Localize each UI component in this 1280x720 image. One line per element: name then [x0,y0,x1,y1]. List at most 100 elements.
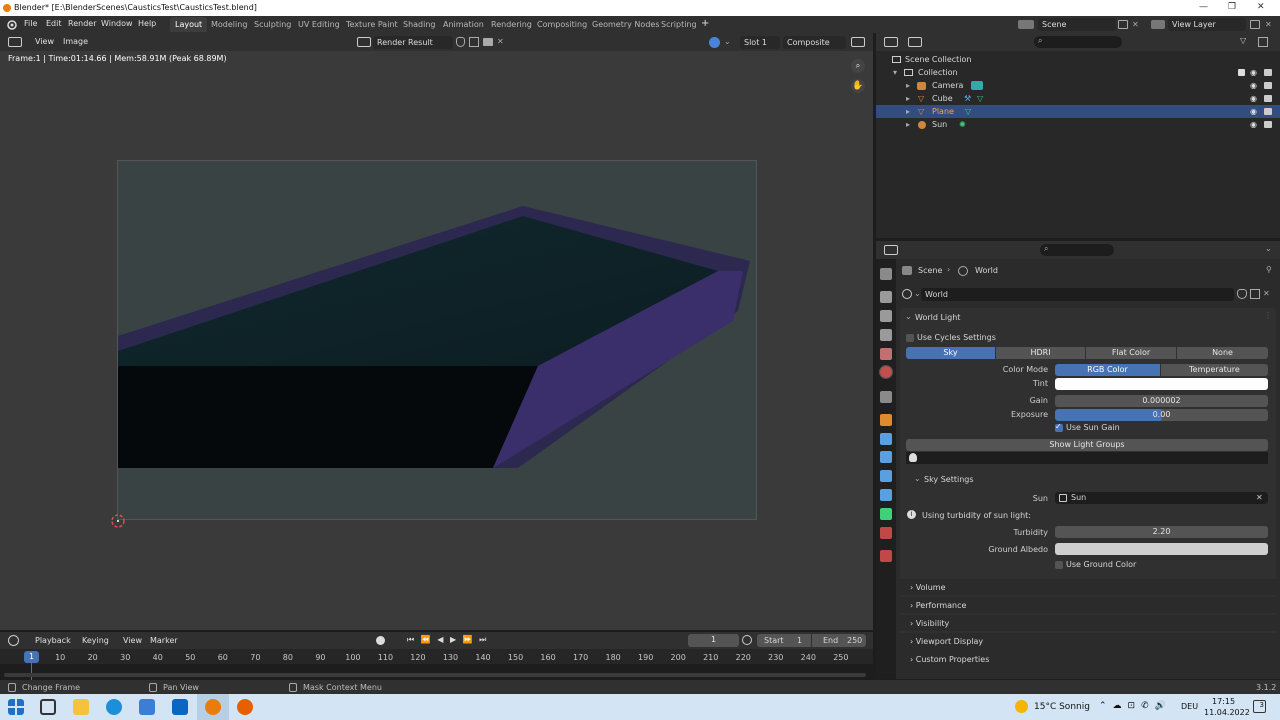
show-light-groups-button[interactable]: Show Light Groups [906,439,1268,451]
outliner-collection[interactable]: ▾ Collection ◉ [876,66,1280,79]
visibility-panel-header[interactable]: › Visibility [900,615,1276,631]
open-image-folder-icon[interactable] [483,38,493,46]
render-camera-icon[interactable] [1264,95,1272,102]
menu-edit[interactable]: Edit [46,19,62,28]
start-frame-field[interactable]: Start 1 [757,634,811,647]
overlay-dropdown-icon[interactable]: ⌄ [724,37,731,46]
render-tab-icon[interactable] [880,291,892,303]
store-icon[interactable] [139,699,155,715]
viewport-display-panel-header[interactable]: › Viewport Display [900,633,1276,649]
new-view-layer-icon[interactable] [1250,20,1260,29]
clear-field-icon[interactable]: ✕ [1256,492,1263,504]
firefox-icon[interactable] [237,699,253,715]
tab-layout[interactable]: Layout [170,17,208,32]
image-name-field[interactable]: Render Result [373,36,453,49]
breadcrumb-scene[interactable]: Scene [918,266,942,275]
new-collection-icon[interactable] [1258,37,1268,47]
timeline-scrollbar[interactable] [4,673,866,677]
menu-image[interactable]: Image [63,37,88,46]
timeline-area[interactable]: 1 10 20 30 40 50 60 70 80 90 100 110 120 130 140 150 16… [0,649,873,680]
fake-user-shield-icon[interactable] [456,37,465,47]
outliner-scene-collection[interactable]: Scene Collection [876,53,1280,66]
new-scene-icon[interactable] [1118,20,1128,29]
modifier-tab-icon[interactable] [880,433,892,445]
menu-keying[interactable]: Keying [82,636,109,645]
tab-modeling[interactable]: Modeling [206,17,252,32]
fake-user-shield-icon[interactable] [1237,289,1247,299]
expand-chevron-icon[interactable]: ▸ [906,105,910,118]
pin-icon[interactable]: ⚲ [1266,265,1272,274]
gain-field[interactable]: 0.000002 [1055,395,1268,407]
editor-type-icon[interactable] [8,37,22,47]
menu-file[interactable]: File [24,19,37,28]
unlink-image-icon[interactable]: ✕ [497,37,504,46]
turbidity-field[interactable]: 2.20 [1055,526,1268,538]
expand-chevron-icon[interactable]: ▾ [893,66,897,79]
hdri-tab[interactable]: HDRI [996,347,1085,359]
tab-rendering[interactable]: Rendering [486,17,537,32]
menu-help[interactable]: Help [138,19,156,28]
tab-animation[interactable]: Animation [438,17,489,32]
expand-chevron-icon[interactable]: ▸ [906,79,910,92]
subpanel-chevron-icon[interactable]: ⌄ [914,474,921,483]
delete-view-layer-icon[interactable]: ✕ [1265,20,1272,29]
menu-window[interactable]: Window [101,19,133,28]
use-sun-gain-checkbox[interactable]: ✓ [1055,422,1063,432]
render-pass-selector[interactable]: Composite [783,36,846,49]
menu-view[interactable]: View [35,37,54,46]
weather-text[interactable]: 15°C Sonnig [1034,702,1090,712]
input-language[interactable]: DEU [1181,702,1198,711]
view-layer-tab-icon[interactable] [880,329,892,341]
tool-tab-icon[interactable] [880,268,892,280]
pan-hand-icon[interactable]: ✋ [851,79,865,93]
use-cycles-checkbox[interactable] [906,334,914,342]
texture-tab-icon[interactable] [880,550,892,562]
exclude-checkbox[interactable] [1238,69,1245,76]
particles-tab-icon[interactable] [880,451,892,463]
minimize-button[interactable]: — [1199,2,1208,12]
system-tray-icons[interactable]: ⌃☁⊡✆🔊 [1099,701,1172,711]
volume-panel-header[interactable]: › Volume [900,579,1276,595]
expand-chevron-icon[interactable]: ▸ [906,118,910,131]
filter-icon[interactable]: ▽ [1240,36,1246,45]
timeline-editor-type-icon[interactable] [8,635,19,646]
rgb-color-option[interactable]: RGB Color [1055,364,1160,376]
sky-settings-title[interactable]: Sky Settings [924,475,974,484]
outliner-item-cube[interactable]: ▸ ▽ Cube ⚒ ▽ ◉ [876,92,1280,105]
tab-scripting[interactable]: Scripting [656,17,702,32]
none-tab[interactable]: None [1177,347,1268,359]
scene-selector[interactable]: Scene [1038,18,1116,31]
render-result-image[interactable] [117,160,757,520]
preview-range-clock-icon[interactable] [742,635,752,645]
playback-controls[interactable]: ⏮ ⏪ ◀ ▶ ⏩ ⏭ [407,635,488,645]
render-camera-icon[interactable] [1264,108,1272,115]
menu-view-timeline[interactable]: View [123,636,142,645]
blender-menu-icon[interactable] [6,19,18,30]
display-channels-icon[interactable] [851,37,865,47]
world-name-field[interactable]: World [921,288,1234,301]
output-tab-icon[interactable] [880,310,892,322]
visibility-eye-icon[interactable]: ◉ [1250,66,1257,79]
object-tab-icon[interactable] [880,414,892,426]
image-browse-icon[interactable] [357,37,371,47]
custom-properties-panel-header[interactable]: › Custom Properties [900,651,1276,667]
outliner-item-plane[interactable]: ▸ ▽ Plane ▽ ◉ [876,105,1280,118]
maximize-button[interactable]: ❐ [1228,2,1236,12]
file-explorer-icon[interactable] [73,699,89,715]
breadcrumb-world[interactable]: World [975,266,998,275]
sky-tab[interactable]: Sky [906,347,995,359]
use-ground-color-checkbox[interactable] [1055,561,1063,569]
overlay-icon[interactable] [709,37,720,48]
record-keyframe-icon[interactable] [376,636,385,645]
tab-uv-editing[interactable]: UV Editing [293,17,345,32]
material-tab-icon[interactable] [880,527,892,539]
outliner-search-input[interactable]: ⌕ [1034,36,1122,48]
properties-editor-type-icon[interactable] [884,245,898,255]
notifications-icon[interactable]: 3 [1253,700,1266,713]
visibility-eye-icon[interactable]: ◉ [1250,79,1257,92]
properties-search-input[interactable]: ⌕ [1040,244,1114,256]
new-world-icon[interactable] [1250,289,1260,299]
tab-sculpting[interactable]: Sculpting [249,17,296,32]
world-tab-icon[interactable] [879,365,893,379]
end-frame-field[interactable]: End 250 [812,634,866,647]
